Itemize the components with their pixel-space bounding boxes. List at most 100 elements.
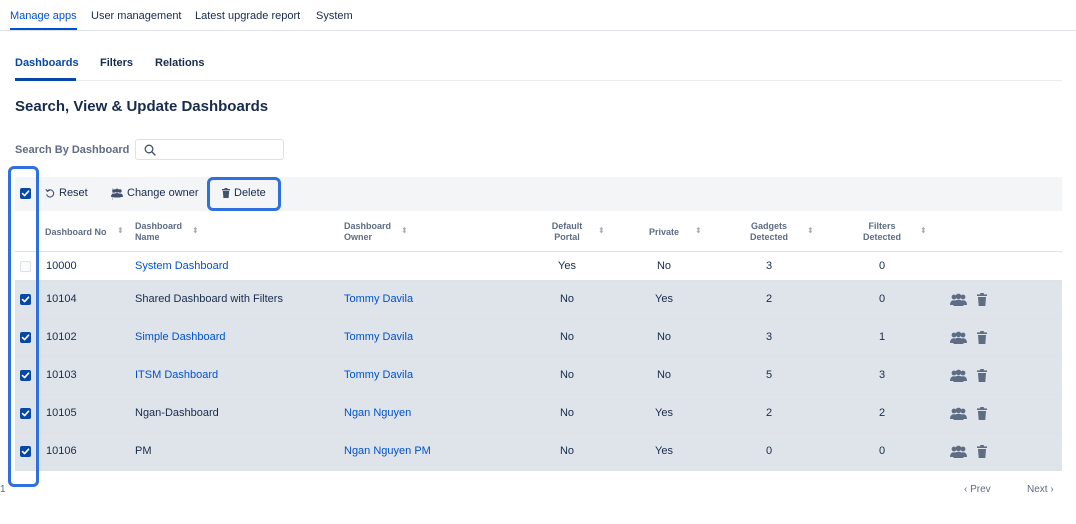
header-dashboard-name[interactable]: Dashboard Name bbox=[135, 221, 182, 243]
header-dashboard-no[interactable]: Dashboard No bbox=[45, 227, 107, 238]
next-button[interactable]: Next › bbox=[1027, 484, 1054, 495]
cell-default-portal: No bbox=[559, 293, 575, 305]
change-owner-icon[interactable] bbox=[950, 293, 967, 309]
table-row: 10105 Ngan-Dashboard Ngan Nguyen No Yes 2 2 bbox=[15, 395, 1062, 433]
cell-dashboard-no: 10105 bbox=[46, 407, 77, 419]
row-checkbox[interactable] bbox=[20, 294, 31, 305]
header-default-portal[interactable]: Default Portal bbox=[547, 221, 587, 243]
delete-label: Delete bbox=[234, 187, 266, 199]
cell-private: No bbox=[656, 331, 672, 343]
trash-icon bbox=[222, 188, 230, 198]
cell-gadgets-detected: 3 bbox=[765, 260, 773, 272]
cell-dashboard-name[interactable]: ITSM Dashboard bbox=[135, 369, 218, 381]
cell-default-portal: No bbox=[559, 369, 575, 381]
cell-dashboard-no: 10106 bbox=[46, 445, 77, 457]
sort-icon[interactable]: ⬍ bbox=[192, 226, 199, 235]
table-row: 10000 System Dashboard Yes No 3 0 bbox=[15, 252, 1062, 281]
bulk-action-toolbar: Reset Change owner Delete bbox=[15, 177, 1062, 211]
top-nav: Manage apps User management Latest upgra… bbox=[0, 0, 1076, 31]
tab-latest-upgrade-report[interactable]: Latest upgrade report bbox=[195, 10, 300, 22]
trash-icon[interactable] bbox=[977, 445, 987, 461]
tab-dashboards[interactable]: Dashboards bbox=[15, 57, 79, 69]
row-checkbox[interactable] bbox=[20, 446, 31, 457]
cell-dashboard-owner[interactable]: Ngan Nguyen bbox=[344, 407, 411, 419]
active-tab-indicator bbox=[10, 28, 77, 30]
header-dashboard-owner[interactable]: Dashboard Owner bbox=[344, 221, 391, 243]
active-subtab-indicator bbox=[15, 78, 76, 81]
cell-dashboard-no: 10104 bbox=[46, 293, 77, 305]
page-number-current[interactable]: 1 bbox=[0, 484, 6, 495]
header-private[interactable]: Private bbox=[649, 227, 679, 238]
trash-icon[interactable] bbox=[977, 407, 987, 423]
row-checkbox[interactable] bbox=[20, 332, 31, 343]
change-owner-icon[interactable] bbox=[950, 331, 967, 347]
tab-relations[interactable]: Relations bbox=[155, 57, 205, 69]
row-checkbox[interactable] bbox=[20, 370, 31, 381]
search-label: Search By Dashboard bbox=[15, 144, 130, 156]
change-owner-icon[interactable] bbox=[950, 407, 967, 423]
cell-gadgets-detected: 5 bbox=[765, 369, 773, 381]
reset-button[interactable]: Reset bbox=[45, 187, 88, 199]
search-input[interactable] bbox=[162, 142, 280, 157]
search-box[interactable] bbox=[135, 139, 284, 160]
cell-filters-detected: 1 bbox=[878, 331, 886, 343]
sort-icon[interactable]: ⬍ bbox=[598, 226, 605, 235]
delete-button[interactable]: Delete bbox=[222, 187, 266, 199]
cell-default-portal: Yes bbox=[558, 260, 576, 272]
header-filters-detected[interactable]: Filters Detected bbox=[858, 221, 906, 243]
sort-icon[interactable]: ⬍ bbox=[807, 226, 814, 235]
check-icon bbox=[21, 372, 30, 379]
cell-dashboard-owner[interactable]: Ngan Nguyen PM bbox=[344, 445, 431, 457]
cell-gadgets-detected: 3 bbox=[765, 331, 773, 343]
sort-icon[interactable]: ⬍ bbox=[920, 226, 927, 235]
cell-dashboard-name: PM bbox=[135, 445, 152, 457]
users-icon bbox=[111, 188, 123, 198]
cell-private: Yes bbox=[655, 445, 673, 457]
check-icon bbox=[21, 334, 30, 341]
undo-icon bbox=[45, 188, 55, 198]
page-title: Search, View & Update Dashboards bbox=[15, 98, 269, 115]
cell-dashboard-owner[interactable]: Tommy Davila bbox=[344, 293, 413, 305]
cell-default-portal: No bbox=[559, 445, 575, 457]
trash-icon[interactable] bbox=[977, 293, 987, 309]
cell-dashboard-owner[interactable]: Tommy Davila bbox=[344, 331, 413, 343]
cell-private: Yes bbox=[655, 293, 673, 305]
cell-filters-detected: 0 bbox=[878, 260, 886, 272]
tab-manage-apps[interactable]: Manage apps bbox=[10, 10, 77, 22]
cell-private: Yes bbox=[655, 407, 673, 419]
tab-filters[interactable]: Filters bbox=[100, 57, 133, 69]
table-header: Dashboard No ⬍ Dashboard Name ⬍ Dashboar… bbox=[15, 212, 1062, 252]
prev-button[interactable]: ‹ Prev bbox=[964, 484, 991, 495]
trash-icon[interactable] bbox=[977, 369, 987, 385]
cell-gadgets-detected: 2 bbox=[765, 293, 773, 305]
cell-gadgets-detected: 2 bbox=[765, 407, 773, 419]
sort-icon[interactable]: ⬍ bbox=[117, 226, 124, 235]
cell-dashboard-name: Ngan-Dashboard bbox=[135, 407, 219, 419]
cell-dashboard-name[interactable]: System Dashboard bbox=[135, 260, 229, 272]
table-row: 10103 ITSM Dashboard Tommy Davila No No 5 3 bbox=[15, 357, 1062, 395]
change-owner-label: Change owner bbox=[127, 187, 199, 199]
check-icon bbox=[21, 410, 30, 417]
cell-dashboard-name[interactable]: Simple Dashboard bbox=[135, 331, 226, 343]
cell-dashboard-owner[interactable]: Tommy Davila bbox=[344, 369, 413, 381]
header-gadgets-detected[interactable]: Gadgets Detected bbox=[745, 221, 793, 243]
row-checkbox[interactable] bbox=[20, 261, 31, 272]
cell-default-portal: No bbox=[559, 407, 575, 419]
cell-dashboard-name: Shared Dashboard with Filters bbox=[135, 293, 283, 305]
select-all-checkbox[interactable] bbox=[20, 188, 31, 199]
cell-gadgets-detected: 0 bbox=[765, 445, 773, 457]
sort-icon[interactable]: ⬍ bbox=[401, 226, 408, 235]
reset-label: Reset bbox=[59, 187, 88, 199]
tab-user-management[interactable]: User management bbox=[91, 10, 182, 22]
tab-system[interactable]: System bbox=[316, 10, 353, 22]
cell-dashboard-no: 10102 bbox=[46, 331, 77, 343]
check-icon bbox=[21, 448, 30, 455]
sort-icon[interactable]: ⬍ bbox=[695, 226, 702, 235]
change-owner-icon[interactable] bbox=[950, 445, 967, 461]
trash-icon[interactable] bbox=[977, 331, 987, 347]
row-checkbox[interactable] bbox=[20, 408, 31, 419]
change-owner-button[interactable]: Change owner bbox=[111, 187, 199, 199]
cell-filters-detected: 0 bbox=[878, 445, 886, 457]
change-owner-icon[interactable] bbox=[950, 369, 967, 385]
cell-filters-detected: 2 bbox=[878, 407, 886, 419]
